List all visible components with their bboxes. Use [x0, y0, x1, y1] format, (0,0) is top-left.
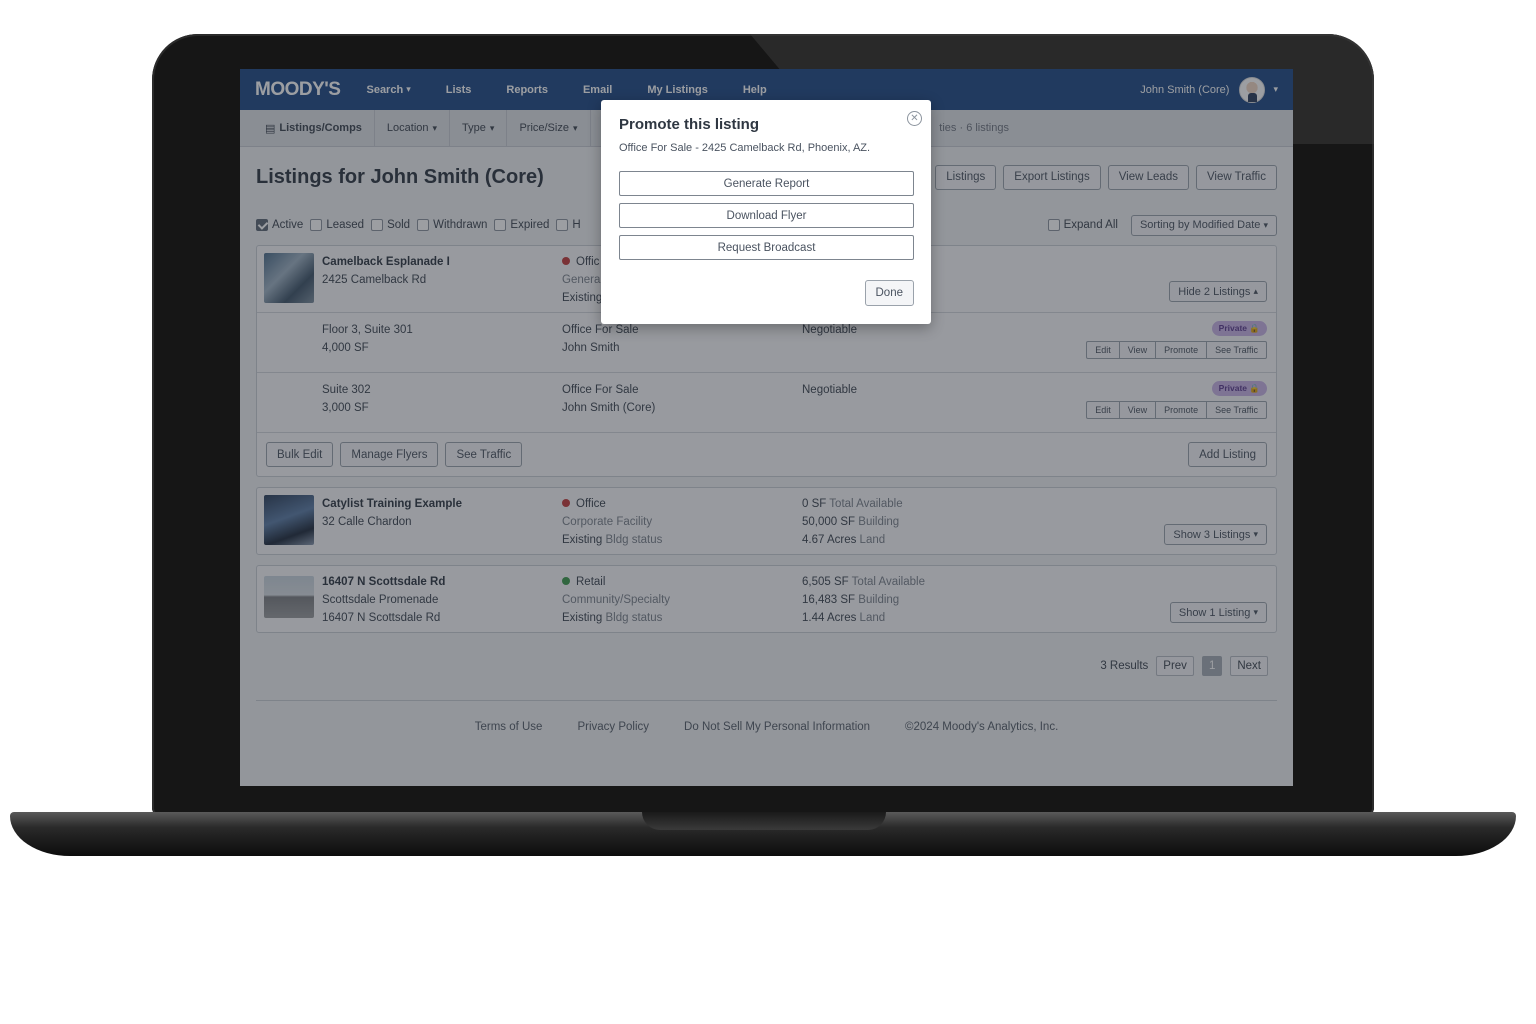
download-flyer-button[interactable]: Download Flyer [619, 203, 914, 228]
request-broadcast-button[interactable]: Request Broadcast [619, 235, 914, 260]
laptop-notch [642, 812, 886, 830]
done-button[interactable]: Done [864, 280, 914, 306]
modal-title: Promote this listing [619, 116, 760, 133]
modal-subtitle: Office For Sale - 2425 Camelback Rd, Pho… [619, 142, 871, 154]
generate-report-button[interactable]: Generate Report [619, 171, 914, 196]
close-icon[interactable]: ✕ [907, 111, 922, 126]
promote-listing-modal: Promote this listing ✕ Office For Sale -… [601, 100, 931, 324]
app-screen: MOODY'S Search ▾ Lists Reports Email My L… [240, 69, 1293, 786]
laptop-stage: MOODY'S Search ▾ Lists Reports Email My L… [0, 0, 1536, 1024]
